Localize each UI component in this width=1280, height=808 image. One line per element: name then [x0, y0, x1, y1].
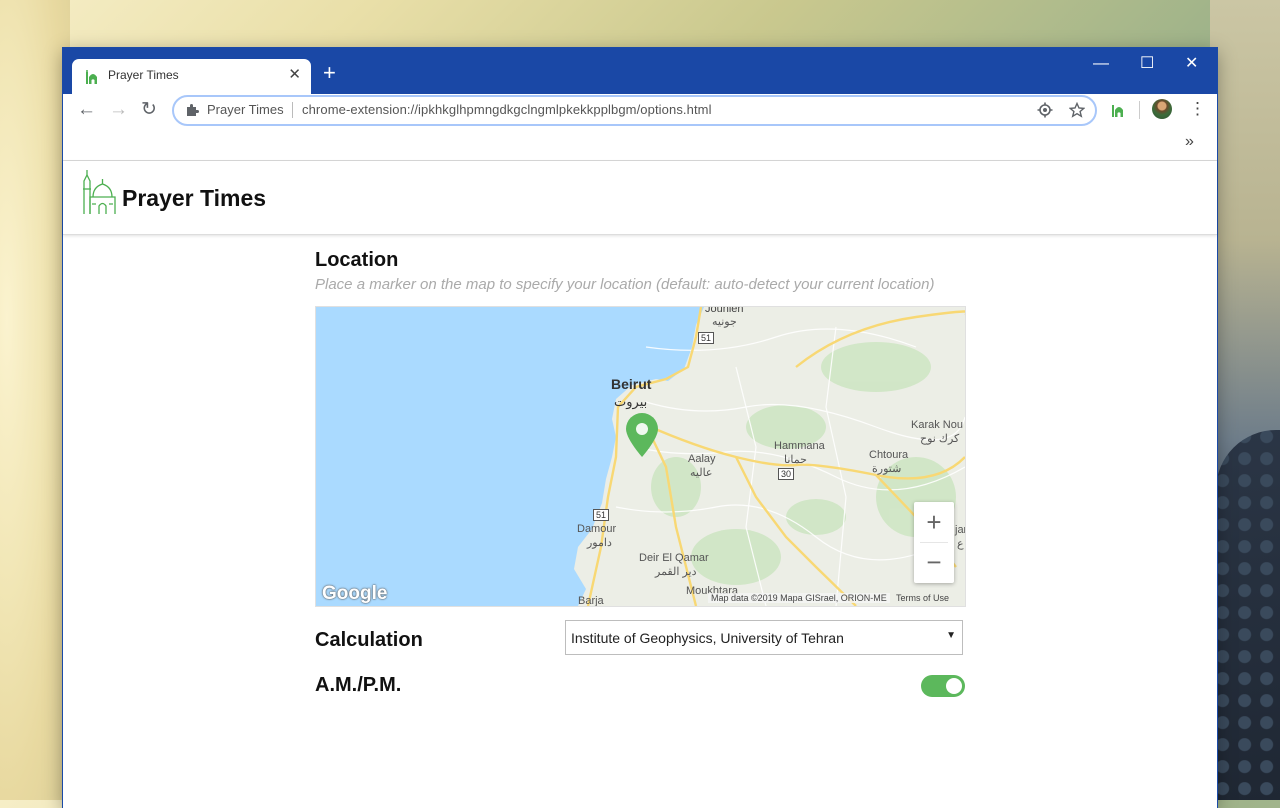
toggle-knob	[946, 678, 962, 694]
location-target-icon[interactable]	[1037, 102, 1053, 118]
map-marker-icon[interactable]	[625, 412, 659, 458]
map-label-damour: Damour	[577, 523, 617, 535]
toolbar-divider	[1139, 101, 1140, 119]
map-label-zahle-cut-ar: ع	[957, 538, 964, 550]
route-shield-51-south: 51	[593, 509, 610, 521]
map-zoom-control: + −	[914, 502, 954, 583]
map-label-deir-ar: دير القمر	[655, 566, 697, 578]
site-chip-label: Prayer Times	[207, 102, 284, 117]
tab-close-icon[interactable]: ✕	[288, 67, 301, 83]
back-button[interactable]: ←	[77, 100, 96, 120]
prayer-times-extension-icon[interactable]	[1111, 101, 1125, 117]
maximize-button[interactable]: ☐	[1140, 56, 1154, 72]
map-label-karak-ar: كرك نوح	[920, 433, 960, 445]
url-text[interactable]: chrome-extension://ipkhkglhpmngdkgclngml…	[302, 102, 712, 117]
tab-prayer-times[interactable]: Prayer Times ✕	[72, 59, 311, 94]
minimize-button[interactable]: —	[1093, 56, 1109, 72]
map-label-aalay-ar: عاليه	[690, 467, 713, 479]
mosque-icon	[86, 70, 97, 84]
app-title: Prayer Times	[122, 185, 267, 211]
browser-toolbar: ← → ↻ Prayer Times chrome-extension://ip…	[63, 94, 1217, 126]
options-page: Prayer Times Location Place a marker on …	[63, 161, 1217, 808]
map-label-karak: Karak Nou	[911, 419, 963, 431]
mosque-logo-icon	[83, 170, 116, 214]
map-label-beirut: Beirut	[611, 376, 652, 392]
calculation-select[interactable]: Institute of Geophysics, University of T…	[565, 620, 963, 655]
calculation-selected-value: Institute of Geophysics, University of T…	[571, 630, 844, 646]
map-label-zahle-cut: jar	[955, 524, 965, 536]
browser-menu-icon[interactable]: ⋮	[1189, 100, 1206, 118]
map-label-jounieh: Jounieh	[705, 306, 744, 315]
forward-button[interactable]: →	[109, 100, 128, 120]
map-attribution: Map data ©2019 Mapa GISrael, ORION-ME	[708, 593, 890, 603]
reload-button[interactable]: ↻	[141, 100, 157, 120]
new-tab-button[interactable]: +	[323, 62, 336, 84]
zoom-in-button[interactable]: +	[914, 502, 954, 542]
puzzle-icon	[187, 104, 199, 116]
browser-window: Prayer Times ✕ + — ☐ ✕ ← → ↻ Prayer Time…	[63, 48, 1217, 808]
ampm-label: A.M./P.M.	[315, 674, 402, 696]
google-logo: Google	[322, 583, 388, 604]
map-label-beirut-ar: بيروت	[614, 394, 648, 409]
tab-title: Prayer Times	[108, 68, 179, 82]
map-label-jounieh-ar: جونيه	[712, 316, 737, 328]
route-shield-30: 30	[778, 468, 795, 480]
extension-header: Prayer Times	[63, 161, 1217, 235]
zoom-out-button[interactable]: −	[914, 543, 954, 583]
map-label-hammana-ar: حمانا	[784, 454, 807, 466]
map-label-deir: Deir El Qamar	[639, 552, 709, 564]
map-label-aalay: Aalay	[688, 453, 716, 465]
map-label-damour-ar: دامور	[587, 537, 612, 549]
map-label-chtoura-ar: شتورة	[872, 463, 902, 475]
bookmark-star-icon[interactable]	[1069, 102, 1085, 118]
location-heading: Location	[315, 249, 399, 271]
title-bar: Prayer Times ✕ + — ☐ ✕	[63, 48, 1217, 94]
bookmarks-bar: »	[63, 128, 1217, 161]
desktop-wallpaper-left	[0, 0, 70, 800]
address-bar[interactable]: Prayer Times chrome-extension://ipkhkglh…	[172, 95, 1097, 126]
map-label-barja: Barja	[578, 595, 604, 607]
omnibox-divider	[292, 102, 293, 118]
route-shield-51-north: 51	[698, 332, 715, 344]
map-label-chtoura: Chtoura	[869, 449, 909, 461]
dropdown-arrow-icon: ▼	[946, 630, 956, 641]
ampm-toggle[interactable]	[921, 675, 965, 697]
location-map[interactable]: Jounieh جونيه Beirut بيروت Hammana حمانا…	[315, 306, 966, 607]
map-terms-link[interactable]: Terms of Use	[896, 593, 949, 603]
location-hint: Place a marker on the map to specify you…	[315, 276, 935, 293]
profile-avatar[interactable]	[1152, 99, 1172, 119]
map-label-hammana: Hammana	[774, 440, 825, 452]
bookmarks-overflow-icon[interactable]: »	[1185, 133, 1194, 151]
desktop-wallpaper-bird	[1216, 430, 1280, 800]
calculation-label: Calculation	[315, 629, 423, 651]
close-window-button[interactable]: ✕	[1185, 56, 1198, 72]
